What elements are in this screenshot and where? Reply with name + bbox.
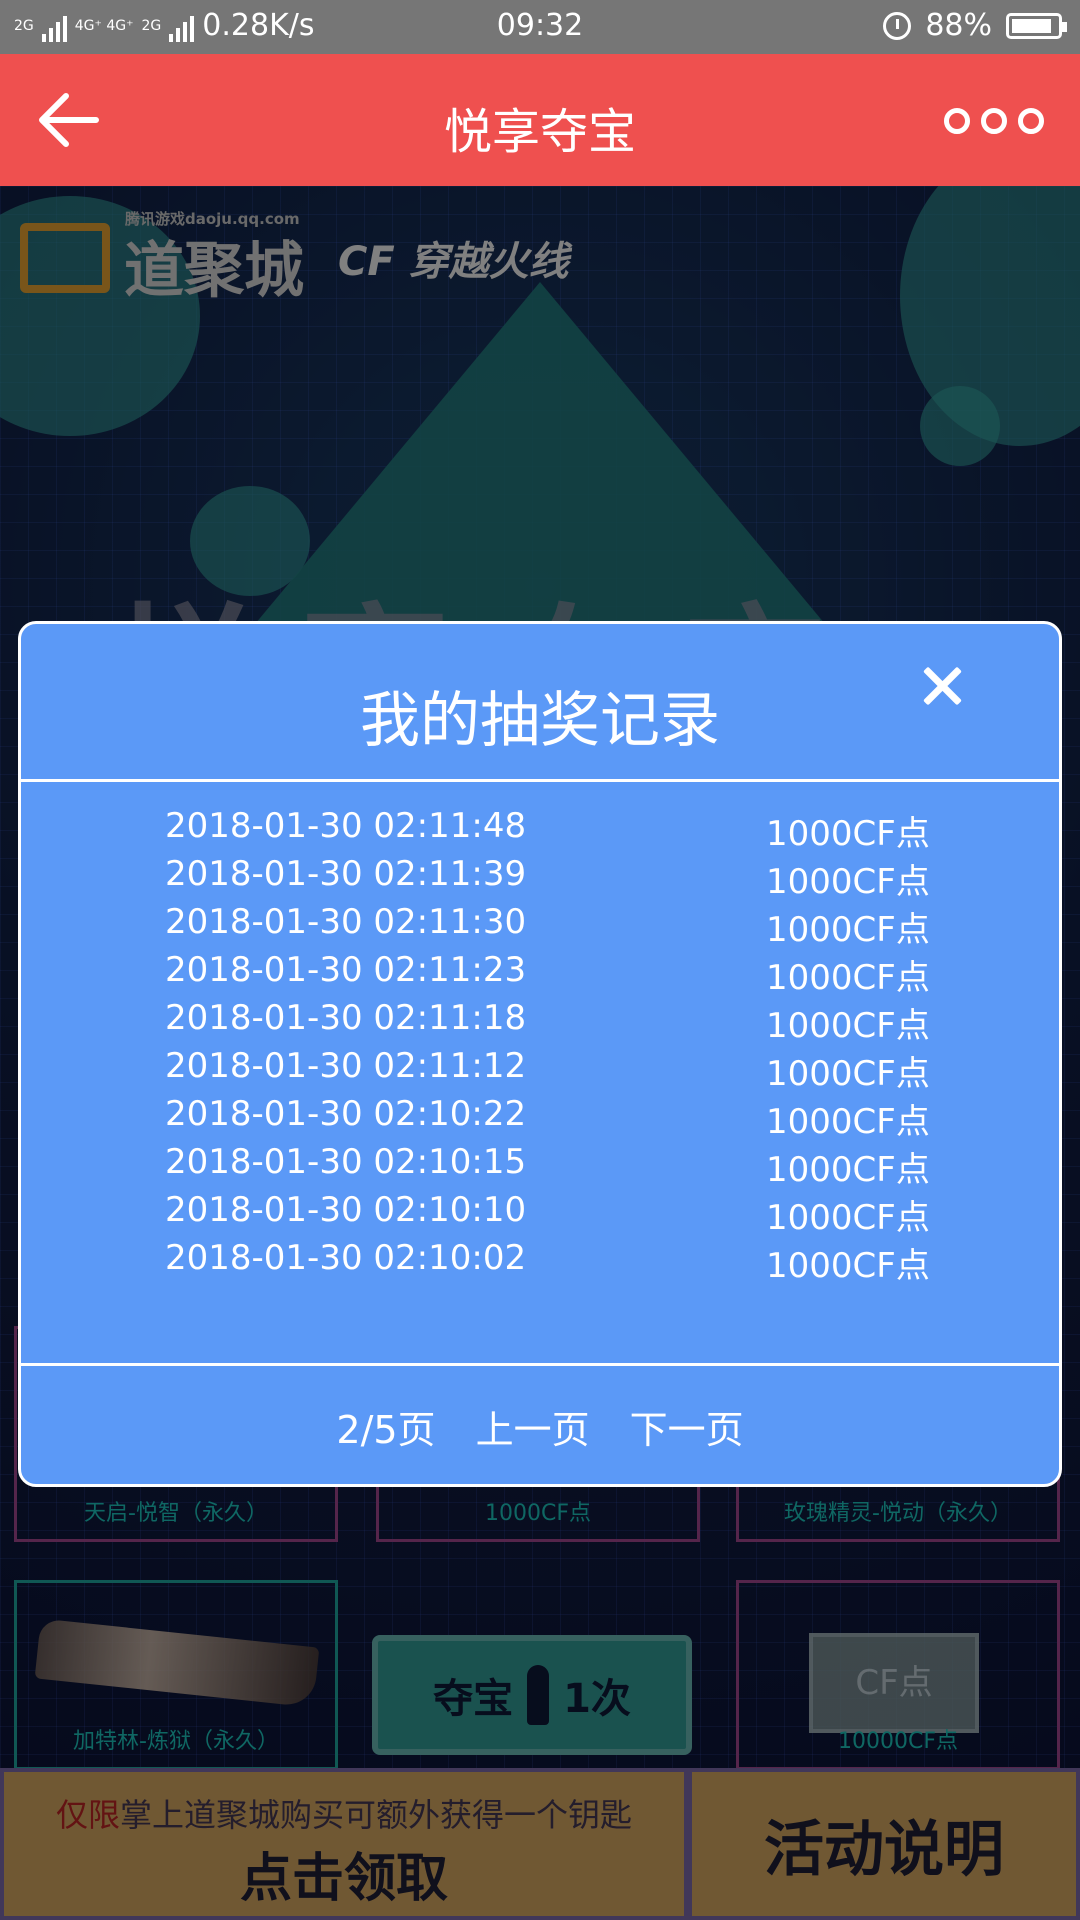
record-date: 2018-01-30 02:11:23 [165, 950, 527, 990]
app-header: 悦享夺宝 [0, 54, 1080, 186]
record-prize: 1000CF点 [766, 1246, 930, 1286]
record-prize: 1000CF点 [766, 1150, 930, 1190]
record-date: 2018-01-30 02:10:02 [165, 1238, 527, 1278]
record-date: 2018-01-30 02:10:15 [165, 1142, 527, 1182]
record-prize: 1000CF点 [766, 1102, 930, 1142]
record-date: 2018-01-30 02:11:18 [165, 998, 527, 1038]
record-prize: 1000CF点 [766, 814, 930, 854]
battery-icon [1006, 12, 1067, 39]
record-row: 2018-01-30 02:11:48 1000CF点 [21, 806, 1059, 854]
close-icon[interactable] [915, 660, 969, 714]
alarm-icon [883, 11, 912, 40]
status-bar: 2G 4G⁺ 4G⁺ 2G 0.28K/s 09:32 88% [0, 0, 1080, 54]
record-row: 2018-01-30 02:10:10 1000CF点 [21, 1190, 1059, 1238]
prev-page-button[interactable]: 上一页 [476, 1399, 590, 1454]
record-prize: 1000CF点 [766, 1006, 930, 1046]
record-row: 2018-01-30 02:11:39 1000CF点 [21, 854, 1059, 902]
draw-records-modal: 我的抽奖记录 2018-01-30 02:11:48 1000CF点 2018-01… [18, 621, 1062, 1487]
record-row: 2018-01-30 02:11:23 1000CF点 [21, 950, 1059, 998]
record-prize: 1000CF点 [766, 1198, 930, 1238]
record-prize: 1000CF点 [766, 910, 930, 950]
page-title: 悦享夺宝 [443, 104, 636, 160]
status-right: 88% [883, 8, 1067, 43]
record-date: 2018-01-30 02:10:22 [165, 1094, 527, 1134]
record-row: 2018-01-30 02:11:30 1000CF点 [21, 902, 1059, 950]
record-row: 2018-01-30 02:10:15 1000CF点 [21, 1142, 1059, 1190]
battery-percent: 88% [925, 8, 992, 43]
record-prize: 1000CF点 [766, 1054, 930, 1094]
record-row: 2018-01-30 02:11:18 1000CF点 [21, 998, 1059, 1046]
more-options-icon[interactable] [944, 104, 1044, 138]
record-row: 2018-01-30 02:10:22 1000CF点 [21, 1094, 1059, 1142]
record-date: 2018-01-30 02:10:10 [165, 1190, 527, 1230]
modal-title: 我的抽奖记录 [360, 686, 720, 756]
record-row: 2018-01-30 02:10:02 1000CF点 [21, 1238, 1059, 1286]
next-page-button[interactable]: 下一页 [630, 1399, 744, 1454]
modal-header: 我的抽奖记录 [21, 624, 1059, 782]
pagination: 2/5页 上一页 下一页 [21, 1363, 1059, 1487]
record-date: 2018-01-30 02:11:48 [165, 806, 527, 846]
record-prize: 1000CF点 [766, 958, 930, 998]
record-prize: 1000CF点 [766, 862, 930, 902]
record-date: 2018-01-30 02:11:39 [165, 854, 527, 894]
record-date: 2018-01-30 02:11:30 [165, 902, 527, 942]
page-indicator: 2/5页 [336, 1408, 436, 1452]
record-row: 2018-01-30 02:11:12 1000CF点 [21, 1046, 1059, 1094]
record-date: 2018-01-30 02:11:12 [165, 1046, 527, 1086]
records-list: 2018-01-30 02:11:48 1000CF点 2018-01-30 02:… [21, 806, 1059, 1286]
